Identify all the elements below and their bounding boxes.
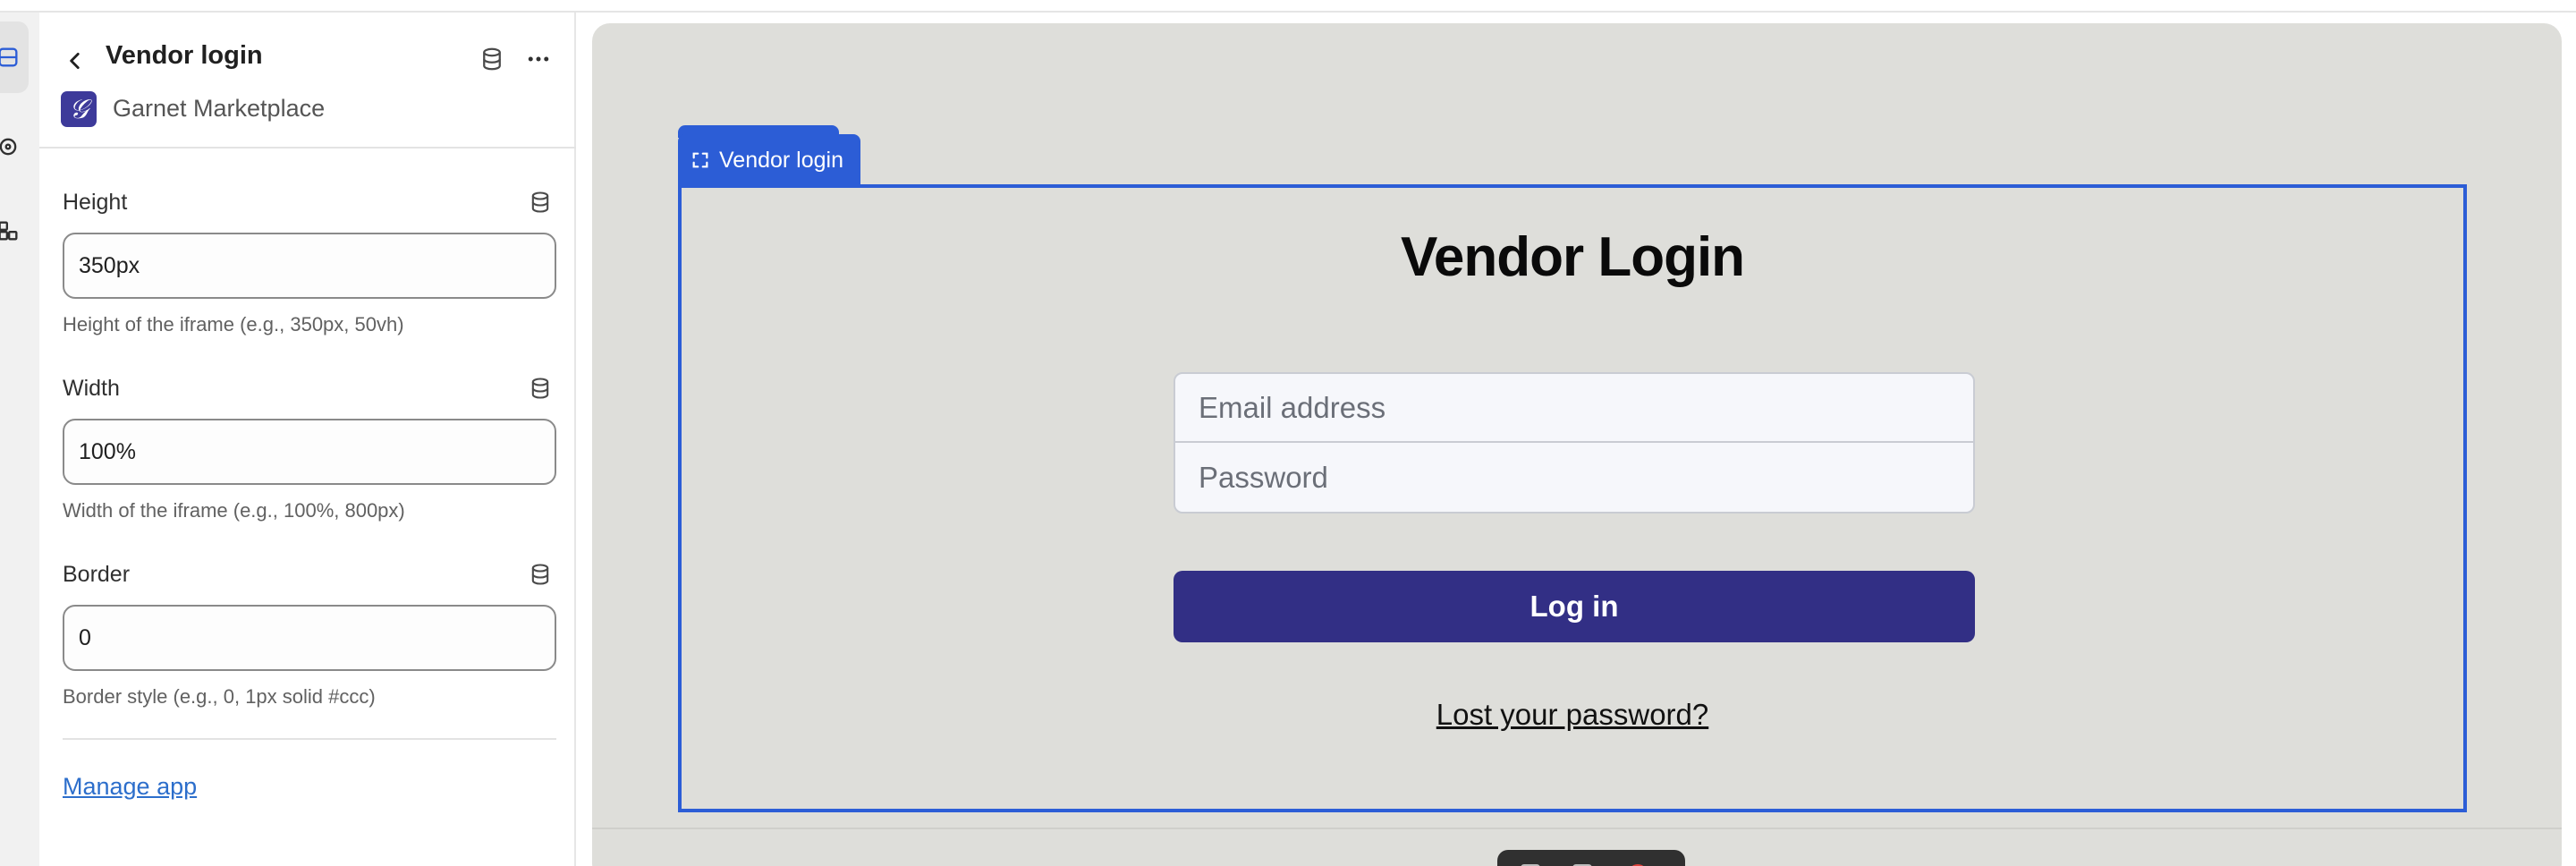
preview-canvas: Vendor login Vendor Login Log in Lost yo… bbox=[578, 13, 2576, 866]
width-input[interactable] bbox=[63, 419, 556, 485]
border-label: Border bbox=[63, 562, 131, 587]
database-icon bbox=[531, 191, 549, 213]
preview-frame: Vendor login Vendor Login Log in Lost yo… bbox=[592, 23, 2562, 866]
top-bar bbox=[0, 0, 2576, 13]
rail-item-apps[interactable] bbox=[0, 195, 29, 267]
selection-label[interactable]: Vendor login bbox=[678, 134, 860, 186]
database-icon bbox=[531, 378, 549, 399]
database-icon bbox=[483, 47, 501, 71]
border-help-text: Border style (e.g., 0, 1px solid #ccc) bbox=[63, 685, 376, 708]
rail-item-settings[interactable] bbox=[0, 111, 29, 183]
manage-app-link[interactable]: Manage app bbox=[63, 773, 197, 801]
login-input-group bbox=[1174, 372, 1975, 514]
floating-toolbar bbox=[1497, 850, 1685, 866]
login-title: Vendor Login bbox=[1400, 226, 1745, 288]
selection-label-text: Vendor login bbox=[719, 147, 844, 173]
border-dynamic-source-button[interactable] bbox=[522, 556, 558, 592]
border-input[interactable] bbox=[63, 605, 556, 671]
height-label: Height bbox=[63, 190, 128, 215]
back-button[interactable] bbox=[57, 43, 93, 79]
sidebar-title: Vendor login bbox=[106, 41, 263, 70]
login-button[interactable]: Log in bbox=[1174, 571, 1975, 642]
height-dynamic-source-button[interactable] bbox=[522, 184, 558, 220]
rail-item-sections[interactable] bbox=[0, 21, 29, 93]
settings-icon bbox=[0, 138, 17, 156]
canvas-divider bbox=[592, 828, 2562, 829]
dynamic-source-button[interactable] bbox=[472, 39, 512, 79]
selection-frame-icon bbox=[692, 152, 708, 168]
left-rail bbox=[0, 13, 39, 866]
app-name: Garnet Marketplace bbox=[113, 95, 326, 122]
password-input[interactable] bbox=[1175, 443, 1973, 512]
lost-password-row: Lost your password? bbox=[682, 698, 2463, 732]
height-input[interactable] bbox=[63, 233, 556, 299]
sidebar-divider bbox=[63, 738, 556, 740]
more-horizontal-icon bbox=[528, 56, 549, 62]
sections-icon bbox=[0, 47, 18, 67]
apps-icon bbox=[0, 221, 18, 241]
height-help-text: Height of the iframe (e.g., 350px, 50vh) bbox=[63, 313, 404, 335]
width-dynamic-source-button[interactable] bbox=[522, 370, 558, 406]
lost-password-link[interactable]: Lost your password? bbox=[1436, 698, 1709, 731]
app-logo: 𝒢 bbox=[61, 91, 97, 127]
sidebar-header: Vendor login 𝒢 Garnet Marketplace bbox=[39, 13, 576, 149]
more-actions-button[interactable] bbox=[519, 39, 558, 79]
database-icon bbox=[531, 564, 549, 585]
vendor-login-block[interactable]: Vendor Login Log in Lost your password? bbox=[678, 184, 2467, 812]
width-label: Width bbox=[63, 376, 120, 401]
width-help-text: Width of the iframe (e.g., 100%, 800px) bbox=[63, 499, 405, 522]
settings-sidebar: Vendor login 𝒢 Garnet Marketplace Height… bbox=[39, 13, 576, 866]
chevron-left-icon bbox=[70, 53, 80, 69]
email-input[interactable] bbox=[1175, 374, 1973, 443]
